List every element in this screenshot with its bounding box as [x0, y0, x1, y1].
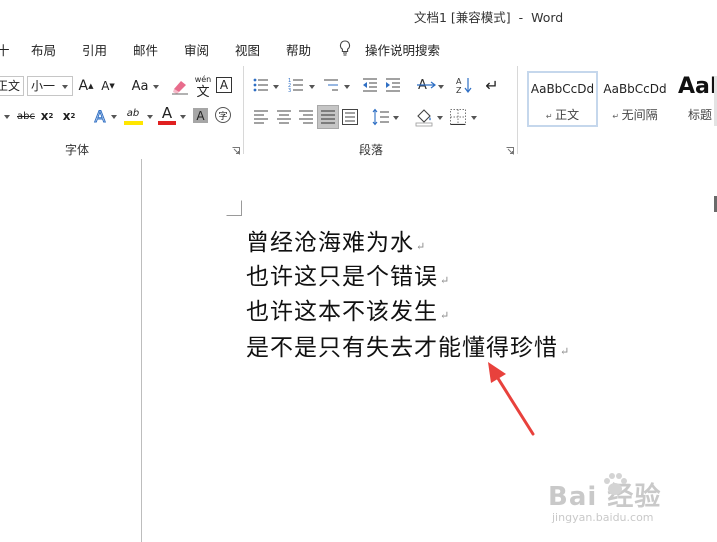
- shrink-font-button[interactable]: A ▼: [101, 77, 115, 95]
- style-heading[interactable]: AaB 标题: [672, 71, 717, 127]
- distributed-align-icon[interactable]: [342, 109, 358, 125]
- dialog-launcher-icon[interactable]: [506, 147, 514, 155]
- tell-me-search[interactable]: 操作说明搜索: [365, 40, 440, 59]
- chevron-down-icon: [111, 115, 117, 119]
- document-line-3[interactable]: 也许这本不该发生 ↵: [246, 292, 450, 326]
- tab-references[interactable]: 引用: [82, 40, 107, 59]
- chevron-down-icon: [437, 116, 443, 120]
- svg-text:Z: Z: [456, 86, 462, 94]
- show-marks-button[interactable]: ↵: [484, 76, 500, 95]
- change-case-button[interactable]: Aa: [128, 77, 152, 95]
- increase-indent-icon[interactable]: [385, 77, 401, 93]
- group-divider: [517, 66, 518, 154]
- highlight-color-bar: [124, 121, 143, 125]
- font-size-dropdown[interactable]: 小一: [27, 76, 73, 96]
- chevron-down-icon: [180, 115, 186, 119]
- font-size-value: 小一: [31, 79, 56, 93]
- document-line-4[interactable]: 是不是只有失去才能懂得珍惜 ↵: [246, 328, 570, 362]
- title-bar: 文档1 [兼容模式] - Word: [0, 0, 717, 30]
- chevron-down-icon: [153, 85, 159, 89]
- paragraph-group-label: 段落: [359, 143, 384, 157]
- style-preview: AaB: [678, 74, 717, 99]
- align-right-icon[interactable]: [298, 109, 314, 125]
- subscript-button[interactable]: x2: [40, 108, 54, 124]
- window-title: 文档1 [兼容模式] - Word: [414, 10, 564, 25]
- grow-font-button[interactable]: A ▲: [79, 77, 94, 95]
- chevron-down-icon: [147, 115, 153, 119]
- dialog-launcher-icon[interactable]: [232, 147, 240, 155]
- highlight-button[interactable]: ab: [124, 106, 142, 120]
- chevron-down-icon: [471, 116, 477, 120]
- chevron-down-icon: [273, 85, 279, 89]
- lightbulb-icon: [339, 40, 351, 56]
- tab-view[interactable]: 视图: [235, 40, 260, 59]
- shading-bucket-icon[interactable]: [414, 107, 434, 127]
- line-spacing-icon[interactable]: [372, 108, 390, 126]
- style-name: 标题: [688, 108, 713, 122]
- style-name: ↵ 正文: [545, 108, 580, 122]
- justify-icon: [321, 110, 335, 124]
- sort-icon[interactable]: AZ: [456, 76, 472, 94]
- justify-button[interactable]: [317, 105, 339, 129]
- eraser-icon[interactable]: [170, 76, 190, 96]
- chevron-down-icon: [4, 115, 10, 119]
- font-group-label: 字体: [65, 143, 90, 157]
- style-no-spacing[interactable]: AaBbCcDd ↵ 无间隔: [600, 71, 670, 127]
- tab-review[interactable]: 审阅: [184, 40, 209, 59]
- font-color-button[interactable]: A: [159, 104, 175, 122]
- char-border-button[interactable]: A: [216, 77, 232, 93]
- style-preview: AaBbCcDd: [530, 82, 595, 96]
- chevron-down-icon: [393, 116, 399, 120]
- chevron-down-icon: [438, 85, 444, 89]
- tab-insert-partial[interactable]: 十: [0, 40, 10, 59]
- align-center-icon[interactable]: [276, 109, 292, 125]
- style-preview: AaBbCcDd: [603, 82, 667, 96]
- page-left-edge: [141, 159, 142, 542]
- numbering-icon[interactable]: 123: [288, 77, 304, 93]
- phonetic-guide-button[interactable]: 文: [193, 83, 213, 100]
- chevron-down-icon: [309, 85, 315, 89]
- paw-icon: [604, 473, 627, 495]
- document-line-1[interactable]: 曾经沧海难为水 ↵: [246, 223, 426, 257]
- svg-text:3: 3: [288, 88, 291, 93]
- superscript-button[interactable]: x2: [62, 108, 76, 124]
- strikethrough-button[interactable]: abc: [15, 108, 37, 124]
- chinese-layout-icon[interactable]: A: [416, 76, 436, 94]
- decrease-indent-icon[interactable]: [362, 77, 378, 93]
- multilevel-list-icon[interactable]: [323, 77, 339, 93]
- group-divider: [243, 66, 244, 154]
- baidu-watermark-url: jingyan.baidu.com: [552, 511, 654, 524]
- tab-help[interactable]: 帮助: [286, 40, 311, 59]
- style-name: ↵ 无间隔: [612, 108, 658, 122]
- style-normal[interactable]: AaBbCcDd ↵ 正文: [527, 71, 598, 127]
- margin-corner-mark: [226, 200, 242, 216]
- tab-layout[interactable]: 布局: [31, 40, 56, 59]
- ribbon-tabs: 十 布局 引用 邮件 审阅 视图 帮助 操作说明搜索: [0, 34, 717, 62]
- bullets-icon[interactable]: [253, 77, 269, 93]
- font-name-value: 正文: [0, 79, 21, 93]
- font-name-dropdown[interactable]: 正文: [0, 76, 24, 96]
- document-line-2[interactable]: 也许这只是个错误 ↵: [246, 257, 450, 291]
- borders-icon[interactable]: [450, 109, 466, 125]
- tab-mailings[interactable]: 邮件: [133, 40, 158, 59]
- enclose-char-button[interactable]: 字: [215, 107, 231, 123]
- text-effect-button[interactable]: A: [92, 106, 108, 126]
- char-shading-button[interactable]: A: [193, 108, 208, 123]
- chevron-down-icon: [62, 85, 68, 89]
- chevron-down-icon: [344, 85, 350, 89]
- svg-text:A: A: [456, 77, 462, 86]
- align-left-icon[interactable]: [253, 109, 269, 125]
- font-color-bar: [158, 121, 176, 125]
- annotation-arrow: [488, 362, 535, 436]
